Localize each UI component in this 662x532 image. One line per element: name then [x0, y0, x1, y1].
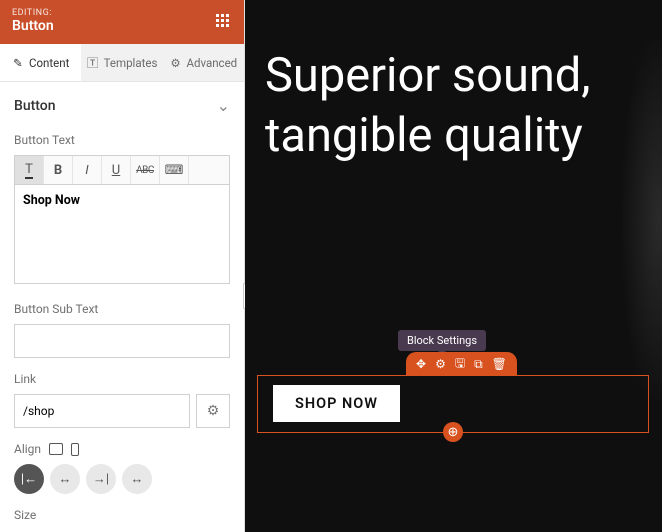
size-label: Size — [14, 508, 230, 522]
templates-icon: 🅃 — [87, 57, 99, 69]
mobile-icon[interactable] — [71, 443, 79, 456]
element-name: Button — [12, 19, 54, 34]
align-center-button[interactable]: ↔ — [50, 464, 80, 494]
rte-italic-button[interactable]: I — [73, 156, 102, 184]
delete-icon[interactable]: 🗑 — [492, 357, 507, 371]
rte-bold-button[interactable]: B — [44, 156, 73, 184]
link-label: Link — [14, 372, 230, 386]
canvas-preview[interactable]: Superior sound, tangible quality Block S… — [245, 0, 662, 532]
link-settings-button[interactable]: ⚙ — [196, 394, 230, 428]
align-options: |← ↔ →| ↔ — [14, 464, 230, 494]
selected-block-frame[interactable]: Block Settings ✥ ⚙ 🖫 ⧉ 🗑 SHOP NOW ⊕ — [257, 375, 649, 433]
button-text-label: Button Text — [14, 133, 230, 147]
gear-icon: ⚙ — [207, 403, 220, 419]
pencil-icon: ✎ — [12, 57, 24, 69]
sliders-icon: ⚙ — [169, 57, 181, 69]
rte-keyboard-button[interactable]: ⌨ — [160, 156, 189, 184]
move-icon[interactable]: ✥ — [416, 357, 426, 371]
tab-advanced[interactable]: ⚙ Advanced — [163, 44, 244, 81]
tab-bar: ✎ Content 🅃 Templates ⚙ Advanced — [0, 44, 244, 82]
sidebar-header: EDITING: Button — [0, 0, 244, 44]
rte-underline-button[interactable]: U — [102, 156, 131, 184]
tab-content[interactable]: ✎ Content — [0, 44, 81, 81]
sub-text-input[interactable] — [14, 324, 230, 358]
editor-sidebar: EDITING: Button ✎ Content 🅃 Templates ⚙ … — [0, 0, 245, 532]
apps-grid-icon[interactable] — [216, 14, 232, 30]
tab-templates[interactable]: 🅃 Templates — [81, 44, 162, 81]
desktop-icon[interactable] — [49, 443, 63, 455]
hero-heading[interactable]: Superior sound, tangible quality — [265, 46, 662, 166]
save-icon[interactable]: 🖫 — [455, 354, 465, 375]
rte-textcolor-button[interactable]: T — [15, 156, 44, 184]
settings-icon[interactable]: ⚙ — [435, 357, 446, 371]
duplicate-icon[interactable]: ⧉ — [474, 357, 483, 372]
chevron-down-icon: ⌄ — [217, 96, 230, 115]
block-settings-tooltip: Block Settings — [398, 330, 486, 351]
section-title: Button — [14, 98, 56, 114]
rte-strike-button[interactable]: ABC — [131, 156, 160, 184]
rte-toolbar: T B I U ABC ⌨ — [14, 155, 230, 184]
shop-now-button[interactable]: SHOP NOW — [273, 385, 400, 422]
content-panel: Button ⌄ Button Text T B I U ABC ⌨ Butto… — [0, 82, 244, 530]
align-label: Align — [14, 442, 41, 456]
align-right-button[interactable]: →| — [86, 464, 116, 494]
add-block-button[interactable]: ⊕ — [443, 422, 463, 442]
section-header-button[interactable]: Button ⌄ — [14, 96, 230, 115]
button-text-input[interactable] — [14, 184, 230, 284]
align-left-button[interactable]: |← — [14, 464, 44, 494]
align-stretch-button[interactable]: ↔ — [122, 464, 152, 494]
editing-label: EDITING: — [12, 9, 54, 19]
sub-text-label: Button Sub Text — [14, 302, 230, 316]
block-toolbar: ✥ ⚙ 🖫 ⧉ 🗑 — [406, 352, 517, 376]
link-input[interactable] — [14, 394, 190, 428]
